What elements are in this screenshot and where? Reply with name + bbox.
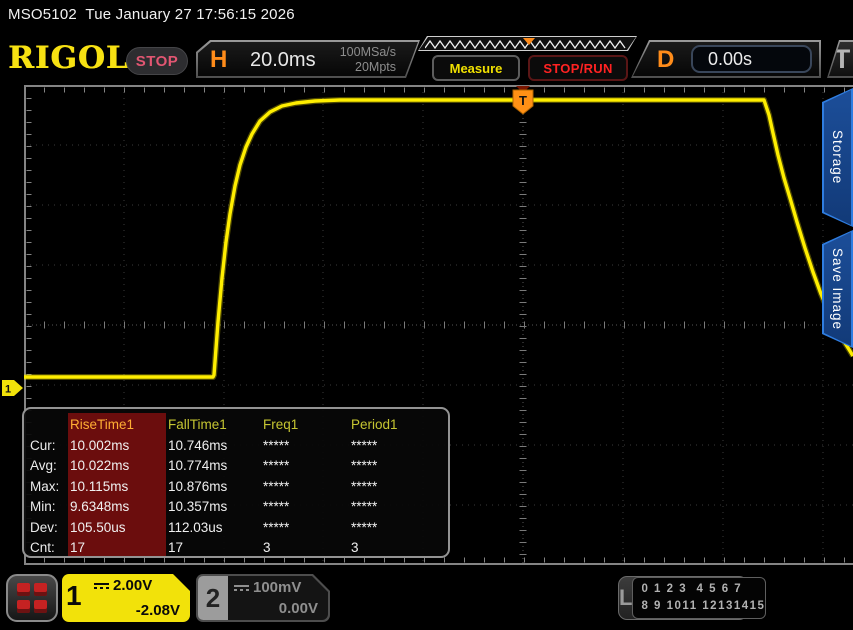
measurement-cell: ***** bbox=[349, 435, 444, 456]
waveform-overview-strip[interactable] bbox=[418, 36, 637, 51]
measurement-cell: ***** bbox=[349, 456, 444, 477]
delay-value: 0.00s bbox=[691, 45, 812, 73]
measurement-cell: 10.115ms bbox=[68, 476, 166, 497]
trigger-menu-button[interactable]: T bbox=[827, 40, 853, 78]
measurement-cell: 10.357ms bbox=[166, 497, 261, 518]
dc-coupling-icon bbox=[94, 583, 109, 589]
measurement-cell: 17 bbox=[68, 538, 166, 559]
horizontal-settings-block[interactable]: H 20.0ms 100MSa/s 20Mpts bbox=[196, 40, 420, 78]
measurement-cell: 10.746ms bbox=[166, 435, 261, 456]
logic-label: L bbox=[619, 585, 632, 611]
logic-channel-numbers: 0 1 2 3 4 5 6 7 8 9 1011 12131415 bbox=[632, 577, 766, 618]
horizontal-label: H bbox=[210, 46, 227, 74]
measurement-cell: Period1 bbox=[349, 413, 444, 435]
measurement-cell: 10.022ms bbox=[68, 456, 166, 477]
channel2-scale: 100mV bbox=[253, 579, 301, 596]
measurement-cell: Avg: bbox=[28, 456, 68, 477]
measurement-table-body: Cur:10.002ms10.746ms**********Avg:10.022… bbox=[28, 435, 448, 558]
channel2-offset: 0.00V bbox=[234, 600, 322, 617]
measurement-cell: ***** bbox=[261, 517, 349, 538]
measurement-cell: 3 bbox=[349, 538, 444, 559]
channel1-level-marker[interactable]: 1 bbox=[2, 380, 23, 396]
channel1-number: 1 bbox=[66, 580, 82, 612]
svg-text:T: T bbox=[519, 93, 527, 108]
measurement-cell: Max: bbox=[28, 476, 68, 497]
measurement-cell: ***** bbox=[261, 497, 349, 518]
tab-save-image-label: Save Image bbox=[830, 248, 845, 330]
measurement-table: RiseTime1FallTime1Freq1Period1 Cur:10.00… bbox=[22, 407, 450, 558]
oscilloscope-screen: MSO5102 Tue January 27 17:56:15 2026 RIG… bbox=[0, 0, 853, 630]
grid-icon bbox=[17, 583, 47, 613]
measurement-cell: ***** bbox=[261, 435, 349, 456]
measurement-cell: Min: bbox=[28, 497, 68, 518]
measurement-cell: 9.6348ms bbox=[68, 497, 166, 518]
trigger-position-marker[interactable]: T bbox=[513, 86, 533, 114]
measurement-cell: ***** bbox=[349, 517, 444, 538]
measurement-header-row: RiseTime1FallTime1Freq1Period1 bbox=[28, 413, 448, 435]
svg-text:1: 1 bbox=[5, 384, 11, 396]
tab-storage-label: Storage bbox=[830, 130, 845, 184]
rigol-logo: RIGOL bbox=[8, 40, 129, 76]
measurement-cell: 10.774ms bbox=[166, 456, 261, 477]
model-name: MSO5102 bbox=[8, 6, 77, 23]
channel1-trace-glow bbox=[24, 100, 853, 377]
delay-block[interactable]: D 0.00s bbox=[631, 40, 821, 78]
datetime: Tue January 27 17:56:15 2026 bbox=[85, 6, 294, 23]
timebase-value: 20.0ms bbox=[250, 49, 316, 72]
measurement-cell: 112.03us bbox=[166, 517, 261, 538]
measurement-cell: Cnt: bbox=[28, 538, 68, 559]
measurement-row: Max:10.115ms10.876ms********** bbox=[28, 476, 448, 497]
measure-button[interactable]: Measure bbox=[432, 55, 520, 81]
channel2-number: 2 bbox=[198, 576, 228, 620]
stop-run-button[interactable]: STOP/RUN bbox=[528, 55, 628, 81]
measurement-cell: Cur: bbox=[28, 435, 68, 456]
channel1-trace bbox=[24, 100, 853, 377]
measurement-cell: 17 bbox=[166, 538, 261, 559]
measurement-cell: 10.002ms bbox=[68, 435, 166, 456]
status-bar: MSO5102 Tue January 27 17:56:15 2026 bbox=[8, 6, 295, 23]
channel1-offset: -2.08V bbox=[94, 602, 184, 619]
sample-rate: 100MSa/s 20Mpts bbox=[340, 45, 396, 76]
measurement-cell bbox=[28, 413, 68, 435]
window-position-marker[interactable] bbox=[523, 38, 535, 45]
measurement-cell: 105.50us bbox=[68, 517, 166, 538]
measurement-row: Avg:10.022ms10.774ms********** bbox=[28, 456, 448, 477]
channel2-panel[interactable]: 2 100mV 0.00V bbox=[196, 574, 330, 622]
logic-channels-panel[interactable]: L 0 1 2 3 4 5 6 7 8 9 1011 12131415 bbox=[618, 576, 748, 620]
measurement-cell: ***** bbox=[349, 476, 444, 497]
measurement-cell: ***** bbox=[261, 456, 349, 477]
menu-grid-button[interactable] bbox=[6, 574, 58, 622]
channel1-scale: 2.00V bbox=[113, 577, 152, 594]
measurement-row: Cnt:171733 bbox=[28, 538, 448, 559]
channel1-panel[interactable]: 1 2.00V -2.08V bbox=[62, 574, 190, 622]
measurement-cell: ***** bbox=[261, 476, 349, 497]
run-state-badge: STOP bbox=[126, 47, 188, 75]
measurement-cell: RiseTime1 bbox=[68, 413, 166, 435]
delay-label: D bbox=[657, 46, 674, 74]
tab-storage[interactable]: Storage bbox=[822, 88, 853, 227]
dc-coupling-icon bbox=[234, 585, 249, 591]
measurement-cell: Freq1 bbox=[261, 413, 349, 435]
measurement-row: Cur:10.002ms10.746ms********** bbox=[28, 435, 448, 456]
measurement-cell: 10.876ms bbox=[166, 476, 261, 497]
measurement-row: Min:9.6348ms10.357ms********** bbox=[28, 497, 448, 518]
measurement-cell: FallTime1 bbox=[166, 413, 261, 435]
measurement-cell: ***** bbox=[349, 497, 444, 518]
measurement-row: Dev:105.50us112.03us********** bbox=[28, 517, 448, 538]
tab-save-image[interactable]: Save Image bbox=[822, 230, 853, 348]
measurement-cell: 3 bbox=[261, 538, 349, 559]
measurement-cell: Dev: bbox=[28, 517, 68, 538]
